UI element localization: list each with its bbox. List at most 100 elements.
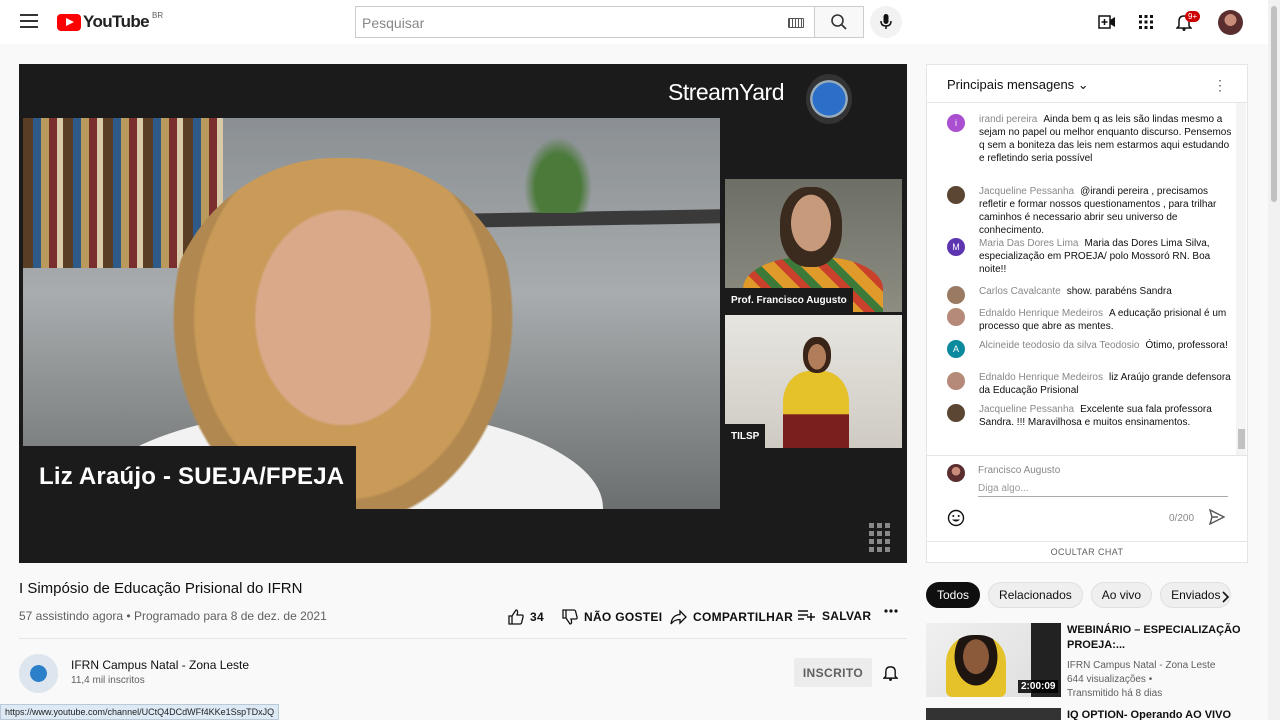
chip-relacionados[interactable]: Relacionados [988, 582, 1083, 608]
chat-message: Ednaldo Henrique Medeiros A educação pris… [947, 307, 1232, 333]
send-icon [1208, 508, 1226, 526]
channel-notifications-button[interactable] [882, 664, 899, 686]
playlist-add-icon [798, 610, 815, 621]
meta-separator: • [126, 609, 131, 623]
search-button[interactable] [814, 6, 864, 38]
chat-author[interactable]: Ednaldo Henrique Medeiros [979, 308, 1103, 319]
chat-user-avatar [947, 464, 965, 482]
chat-author[interactable]: irandi pereira [979, 114, 1037, 125]
dislike-button[interactable]: NÃO GOSTEI [562, 609, 662, 625]
more-horizontal-icon [884, 609, 898, 613]
youtube-logo[interactable]: YouTube BR [57, 11, 163, 32]
filter-chips: Todos Relacionados Ao vivo Enviados [926, 582, 1239, 608]
top-bar: YouTube BR Pesquisar 9+ [0, 0, 1280, 44]
channel-avatar[interactable] [19, 654, 58, 693]
related-video[interactable]: 2:00:09 WEBINÁRIO – ESPECIALIZAÇÃO PROEJ… [926, 623, 1256, 699]
apps-grid-icon [1139, 15, 1153, 29]
cam-interpreter: TILSP [725, 315, 902, 448]
channel-subscribers: 11,4 mil inscritos [71, 675, 145, 686]
emoji-button[interactable] [947, 509, 965, 532]
search-placeholder: Pesquisar [362, 15, 425, 31]
save-button[interactable]: SALVAR [798, 609, 871, 623]
chip-enviados[interactable]: Enviados [1160, 582, 1232, 608]
dislike-label: NÃO GOSTEI [584, 610, 663, 624]
chat-more-icon[interactable]: ⋮ [1213, 77, 1227, 94]
menu-icon[interactable] [20, 14, 38, 28]
related-title[interactable]: WEBINÁRIO – ESPECIALIZAÇÃO PROEJA:... [1067, 623, 1247, 653]
chat-scrollbar[interactable] [1236, 103, 1246, 455]
chat-author[interactable]: Carlos Cavalcante [979, 286, 1061, 297]
send-button[interactable] [1208, 508, 1226, 530]
streamyard-logo: StreamYard [668, 79, 785, 105]
chat-message: Jacqueline Pessanha Excelente sua fala pr… [947, 403, 1232, 429]
search-icon [831, 14, 847, 30]
create-video-button[interactable] [1097, 12, 1117, 32]
chip-ao-vivo[interactable]: Ao vivo [1090, 582, 1153, 608]
chat-message: Jacqueline Pessanha @irandi pereira , pre… [947, 185, 1232, 237]
video-camera-plus-icon [1098, 15, 1115, 29]
page-scrollbar[interactable] [1268, 0, 1280, 720]
apps-button[interactable] [1136, 12, 1156, 32]
more-actions-button[interactable] [884, 609, 904, 613]
chat-author-avatar[interactable] [947, 372, 965, 390]
chat-author-avatar[interactable] [947, 308, 965, 326]
chat-input-area: Francisco Augusto Diga algo... 0/200 [927, 455, 1247, 541]
channel-name[interactable]: IFRN Campus Natal - Zona Leste [71, 658, 249, 672]
share-label: COMPARTILHAR [693, 610, 794, 624]
like-count: 34 [530, 610, 544, 624]
chat-message: Ednaldo Henrique Medeiros liz Araújo gran… [947, 371, 1232, 397]
video-meta: 57 assistindo agora • Programado para 8 … [19, 609, 327, 623]
share-button[interactable]: COMPARTILHAR [670, 609, 793, 625]
hide-chat-button[interactable]: OCULTAR CHAT [927, 541, 1247, 563]
subscribed-button[interactable]: INSCRITO [794, 658, 872, 687]
emoji-icon [947, 509, 965, 527]
video-duration: 2:00:09 [1018, 680, 1059, 693]
char-count: 0/200 [1169, 513, 1195, 524]
main-speaker-label: Liz Araújo - SUEJA/FPEJA [23, 446, 356, 509]
chat-author-avatar[interactable] [947, 186, 965, 204]
mic-icon [880, 14, 892, 29]
link-status-bar: https://www.youtube.com/channel/UCtQ4DCd… [0, 704, 280, 720]
chat-author-avatar[interactable]: A [947, 340, 965, 358]
related-video[interactable]: IQ OPTION- Operando AO VIVO [926, 708, 1256, 720]
video-title: I Simpósio de Educação Prisional do IFRN [19, 580, 303, 597]
chips-next-button[interactable] [1222, 590, 1230, 608]
live-chat: Principais mensagens ⌄ ⋮ i irandi pereira… [926, 64, 1248, 563]
cam2-label: TILSP [725, 424, 766, 448]
chat-author-avatar[interactable] [947, 286, 965, 304]
chat-author[interactable]: Jacqueline Pessanha [979, 404, 1074, 415]
cam1-label: Prof. Francisco Augusto [725, 288, 853, 312]
like-button[interactable]: 34 [508, 609, 544, 625]
related-channel: IFRN Campus Natal - Zona Leste [1067, 660, 1216, 671]
chat-author[interactable]: Maria Das Dores Lima [979, 238, 1078, 249]
search-input[interactable]: Pesquisar [355, 6, 814, 38]
youtube-play-icon [57, 13, 81, 31]
chat-text: Ótimo, professora! [1145, 340, 1228, 351]
chat-message: i irandi pereira Ainda bem q as leis são l… [947, 113, 1232, 165]
cam-francisco: Prof. Francisco Augusto [725, 179, 902, 312]
thumb-down-icon [562, 609, 578, 625]
chat-mode-dropdown[interactable]: Principais mensagens ⌄ [947, 77, 1089, 93]
keyboard-icon[interactable] [788, 18, 804, 28]
account-avatar[interactable] [1218, 10, 1243, 35]
scheduled-date: Programado para 8 de dez. de 2021 [133, 609, 327, 623]
ifrn-badge-logo [806, 74, 852, 124]
chat-author[interactable]: Ednaldo Henrique Medeiros [979, 372, 1103, 383]
chip-todos[interactable]: Todos [926, 582, 981, 608]
voice-search-button[interactable] [870, 6, 902, 38]
chat-header: Principais mensagens ⌄ ⋮ [927, 65, 1247, 103]
notifications-badge: 9+ [1185, 11, 1201, 22]
related-thumbnail[interactable] [926, 708, 1061, 720]
chat-message-input[interactable]: Diga algo... [978, 482, 1228, 497]
chat-author-avatar[interactable] [947, 404, 965, 422]
chat-author[interactable]: Jacqueline Pessanha [979, 186, 1074, 197]
chat-author-avatar[interactable]: M [947, 238, 965, 256]
chat-text: show. parabéns Sandra [1066, 286, 1172, 297]
chat-author-avatar[interactable]: i [947, 114, 965, 132]
related-title[interactable]: IQ OPTION- Operando AO VIVO [1067, 708, 1247, 720]
watching-count: 57 assistindo agora [19, 609, 124, 623]
chevron-right-icon [1222, 591, 1230, 603]
video-player[interactable]: Liz Araújo - SUEJA/FPEJA StreamYard Prof… [19, 64, 907, 563]
chat-author[interactable]: Alcineide teodosio da silva Teodosio [979, 340, 1139, 351]
chat-message: M Maria Das Dores Lima Maria das Dores Lim… [947, 237, 1232, 276]
